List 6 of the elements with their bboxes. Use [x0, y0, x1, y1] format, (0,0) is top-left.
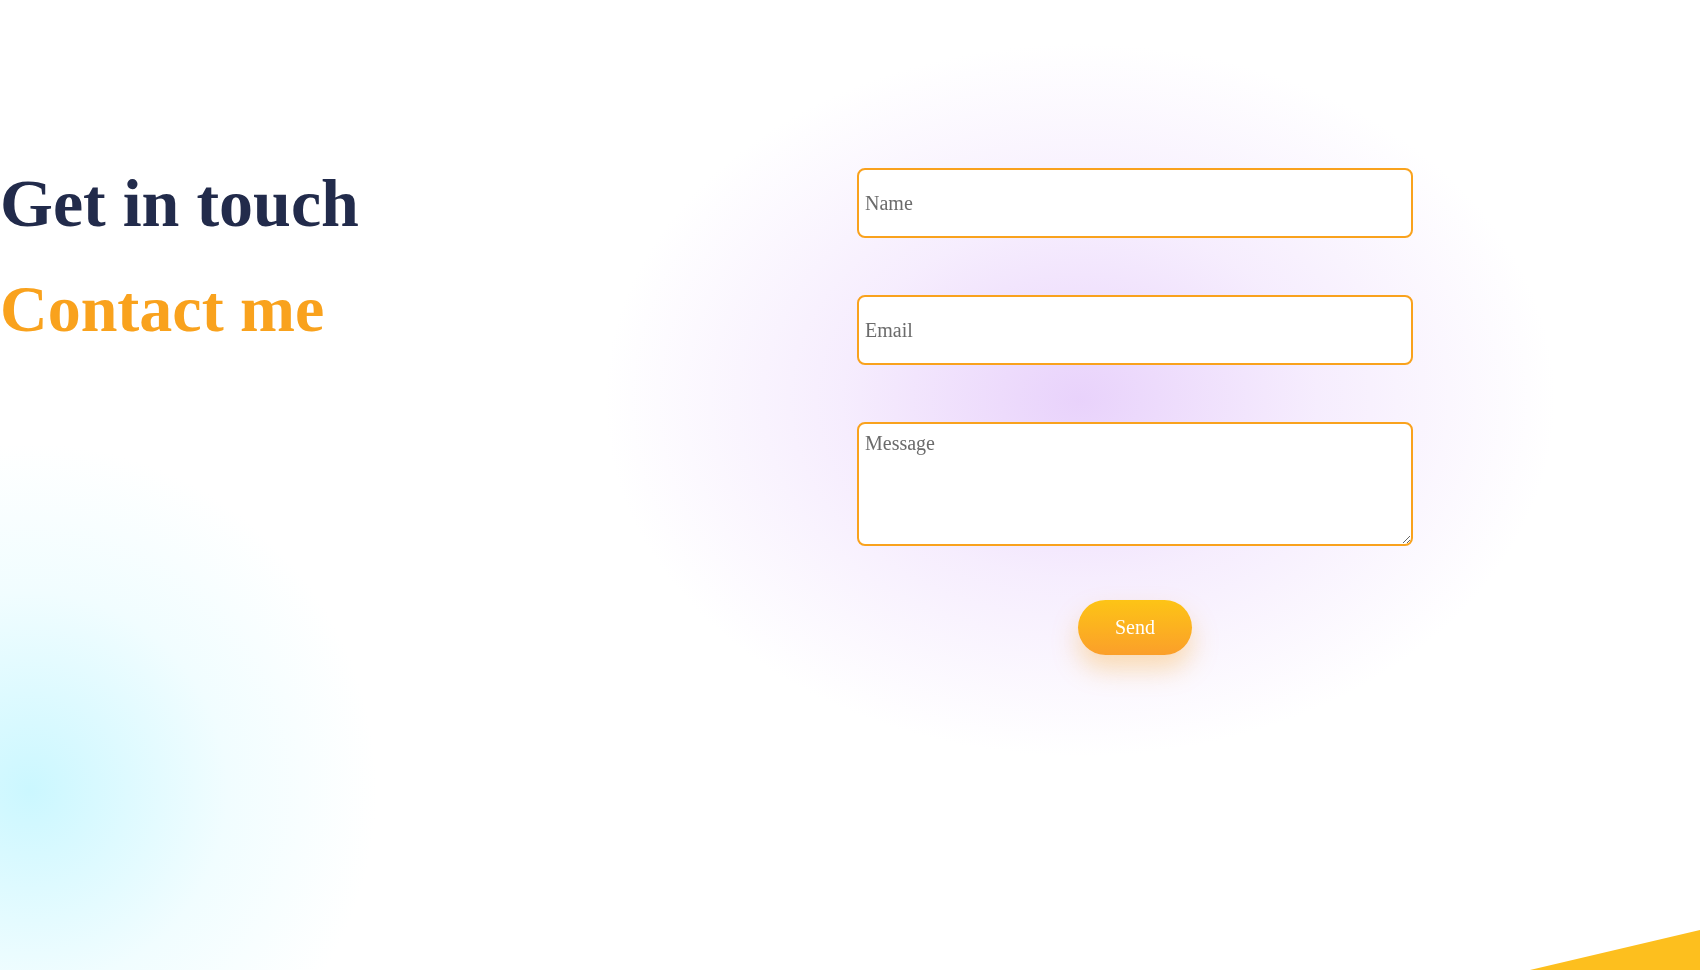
page-subheading: Contact me — [0, 271, 326, 347]
page-heading: Get in touch — [0, 164, 360, 243]
input-field[interactable]: Email — [857, 295, 1413, 365]
message-field[interactable]: Message — [857, 422, 1413, 546]
input-field[interactable]: Name — [857, 168, 1413, 238]
send-button[interactable]: Send — [1078, 600, 1192, 655]
